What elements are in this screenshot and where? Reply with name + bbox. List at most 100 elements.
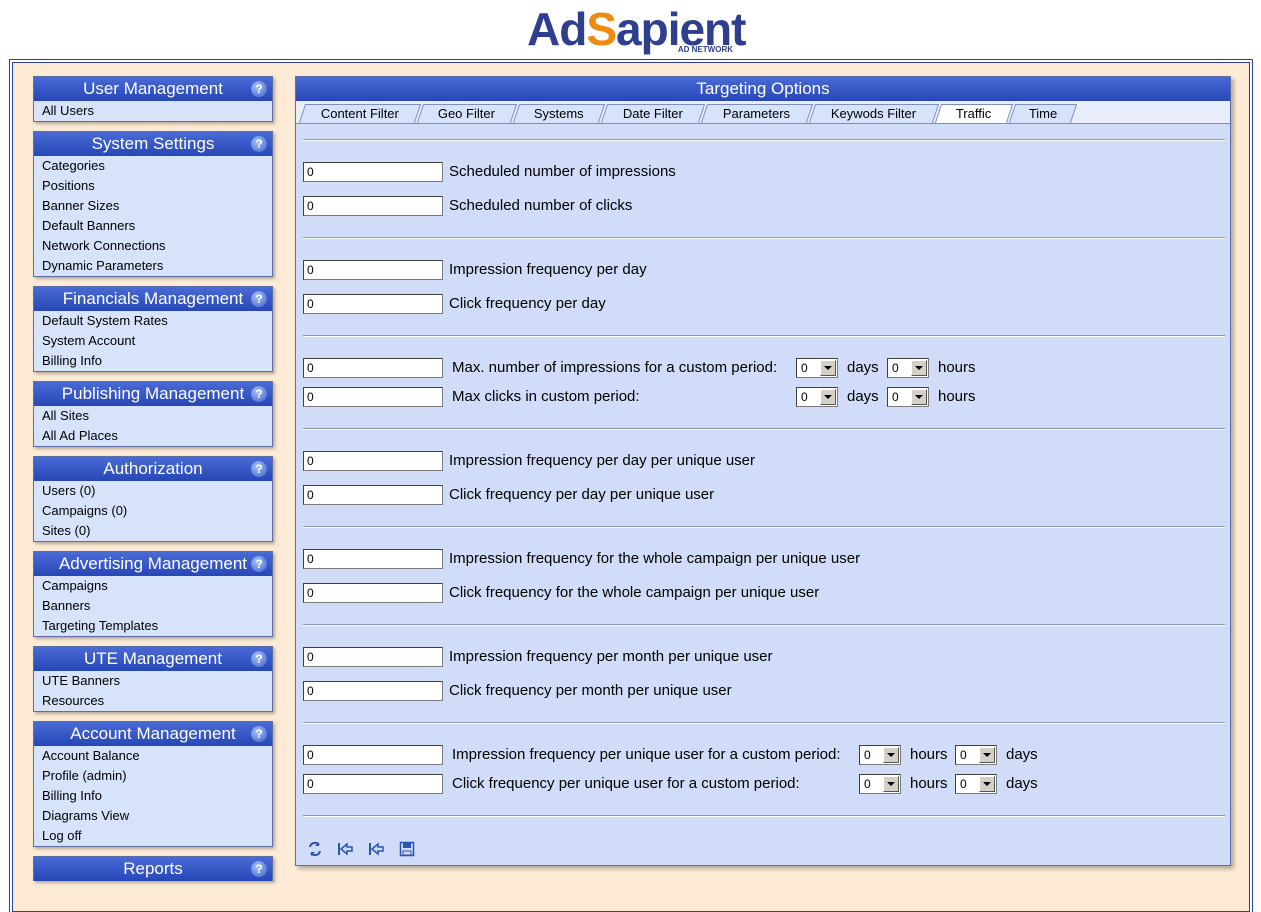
sidebar-item-diagrams-view[interactable]: Diagrams View	[34, 806, 272, 826]
sidebar-item-campaigns[interactable]: Campaigns	[34, 576, 272, 596]
sidebar-section-title: Publishing Management	[61, 384, 245, 403]
tab-keywods-filter[interactable]: Keywods Filter	[808, 104, 940, 123]
sidebar-section-account-management: Account Management? Account Balance Profil…	[33, 721, 273, 847]
max-clicks-custom-input[interactable]	[303, 387, 443, 407]
sidebar-section-title: Financials Management	[62, 289, 244, 308]
help-icon[interactable]: ?	[251, 861, 267, 877]
tab-content-filter[interactable]: Content Filter	[298, 104, 422, 123]
sidebar-section-system-settings: System Settings? Categories Positions Banne…	[33, 131, 273, 277]
sidebar-item-billing-info[interactable]: Billing Info	[34, 786, 272, 806]
days-label: days	[847, 388, 879, 405]
help-icon[interactable]: ?	[251, 461, 267, 477]
max-clicks-hours-select[interactable]: 0	[887, 387, 929, 407]
impression-frequency-day-user-input[interactable]	[303, 451, 443, 471]
sidebar-section-header[interactable]: Advertising Management?	[34, 552, 272, 576]
hours-label: hours	[938, 388, 976, 405]
max-impressions-custom-input[interactable]	[303, 358, 443, 378]
sidebar-section-title: Account Management	[70, 724, 236, 743]
scheduled-clicks-input[interactable]	[303, 196, 443, 216]
sidebar-item-account-balance[interactable]: Account Balance	[34, 746, 272, 766]
sidebar-section-header[interactable]: Account Management?	[34, 722, 272, 746]
impression-frequency-day-label: Impression frequency per day	[449, 261, 647, 278]
separator	[303, 624, 1225, 626]
sidebar-section-header[interactable]: Reports?	[34, 857, 272, 881]
days-label: days	[847, 359, 879, 376]
click-frequency-month-user-label: Click frequency per month per unique use…	[449, 682, 732, 699]
click-user-custom-days-select[interactable]: 0	[955, 774, 997, 794]
sidebar-item-default-banners[interactable]: Default Banners	[34, 216, 272, 236]
sidebar-section-publishing-management: Publishing Management? All Sites All Ad Pl…	[33, 381, 273, 447]
sidebar-item-billing-info[interactable]: Billing Info	[34, 351, 272, 371]
impression-frequency-user-custom-input[interactable]	[303, 745, 443, 765]
sidebar-section-header[interactable]: UTE Management?	[34, 647, 272, 671]
max-clicks-days-select[interactable]: 0	[796, 387, 838, 407]
help-icon[interactable]: ?	[251, 81, 267, 97]
impression-user-custom-days-select[interactable]: 0	[955, 745, 997, 765]
tab-traffic[interactable]: Traffic	[934, 104, 1014, 123]
help-icon[interactable]: ?	[251, 726, 267, 742]
click-frequency-user-custom-input[interactable]	[303, 774, 443, 794]
refresh-icon[interactable]	[306, 841, 324, 859]
impression-frequency-day-input[interactable]	[303, 260, 443, 280]
impression-frequency-month-user-input[interactable]	[303, 647, 443, 667]
click-frequency-day-input[interactable]	[303, 294, 443, 314]
tab-parameters[interactable]: Parameters	[700, 104, 814, 123]
click-user-custom-hours-select[interactable]: 0	[859, 774, 901, 794]
sidebar-section-header[interactable]: User Management?	[34, 77, 272, 101]
sidebar-item-dynamic-parameters[interactable]: Dynamic Parameters	[34, 256, 272, 276]
sidebar-item-categories[interactable]: Categories	[34, 156, 272, 176]
click-frequency-user-custom-label: Click frequency per unique user for a cu…	[452, 775, 800, 792]
sidebar-item-all-sites[interactable]: All Sites	[34, 406, 272, 426]
sidebar-section-title: Advertising Management	[58, 554, 248, 573]
sidebar-item-campaigns-0[interactable]: Campaigns (0)	[34, 501, 272, 521]
click-frequency-day-user-label: Click frequency per day per unique user	[449, 486, 715, 503]
sidebar-section-header[interactable]: System Settings?	[34, 132, 272, 156]
sidebar-item-banners[interactable]: Banners	[34, 596, 272, 616]
click-frequency-day-user-input[interactable]	[303, 485, 443, 505]
days-label: days	[1006, 746, 1038, 763]
tab-systems[interactable]: Systems	[512, 104, 606, 123]
sidebar-section-title: Authorization	[103, 459, 203, 478]
first-page-icon[interactable]	[336, 841, 354, 859]
sidebar-item-ute-banners[interactable]: UTE Banners	[34, 671, 272, 691]
help-icon[interactable]: ?	[251, 136, 267, 152]
separator	[303, 428, 1225, 430]
sidebar-item-users-0[interactable]: Users (0)	[34, 481, 272, 501]
scheduled-impressions-label: Scheduled number of impressions	[449, 163, 676, 180]
sidebar-item-default-system-rates[interactable]: Default System Rates	[34, 311, 272, 331]
chevron-down-icon	[979, 776, 995, 792]
click-frequency-campaign-user-input[interactable]	[303, 583, 443, 603]
impression-user-custom-hours-select[interactable]: 0	[859, 745, 901, 765]
sidebar-section-header[interactable]: Authorization?	[34, 457, 272, 481]
sidebar-item-log-off[interactable]: Log off	[34, 826, 272, 846]
sidebar-item-sites-0[interactable]: Sites (0)	[34, 521, 272, 541]
tab-time[interactable]: Time	[1008, 104, 1078, 123]
separator	[303, 335, 1225, 337]
tab-date-filter[interactable]: Date Filter	[600, 104, 706, 123]
sidebar-item-banner-sizes[interactable]: Banner Sizes	[34, 196, 272, 216]
hours-label: hours	[938, 359, 976, 376]
help-icon[interactable]: ?	[251, 386, 267, 402]
sidebar-section-title: Reports	[123, 859, 183, 878]
scheduled-impressions-input[interactable]	[303, 162, 443, 182]
help-icon[interactable]: ?	[251, 556, 267, 572]
max-impressions-hours-select[interactable]: 0	[887, 358, 929, 378]
sidebar-item-system-account[interactable]: System Account	[34, 331, 272, 351]
impression-frequency-campaign-user-input[interactable]	[303, 549, 443, 569]
sidebar-item-resources[interactable]: Resources	[34, 691, 272, 711]
sidebar-section-header[interactable]: Financials Management?	[34, 287, 272, 311]
sidebar-item-all-ad-places[interactable]: All Ad Places	[34, 426, 272, 446]
tab-geo-filter[interactable]: Geo Filter	[416, 104, 518, 123]
previous-page-icon[interactable]	[367, 841, 385, 859]
sidebar-item-profile-admin[interactable]: Profile (admin)	[34, 766, 272, 786]
click-frequency-month-user-input[interactable]	[303, 681, 443, 701]
sidebar-item-positions[interactable]: Positions	[34, 176, 272, 196]
sidebar-item-network-connections[interactable]: Network Connections	[34, 236, 272, 256]
save-icon[interactable]	[398, 841, 416, 859]
sidebar-item-all-users[interactable]: All Users	[34, 101, 272, 121]
help-icon[interactable]: ?	[251, 651, 267, 667]
max-impressions-days-select[interactable]: 0	[796, 358, 838, 378]
sidebar-section-header[interactable]: Publishing Management?	[34, 382, 272, 406]
sidebar-item-targeting-templates[interactable]: Targeting Templates	[34, 616, 272, 636]
help-icon[interactable]: ?	[251, 291, 267, 307]
